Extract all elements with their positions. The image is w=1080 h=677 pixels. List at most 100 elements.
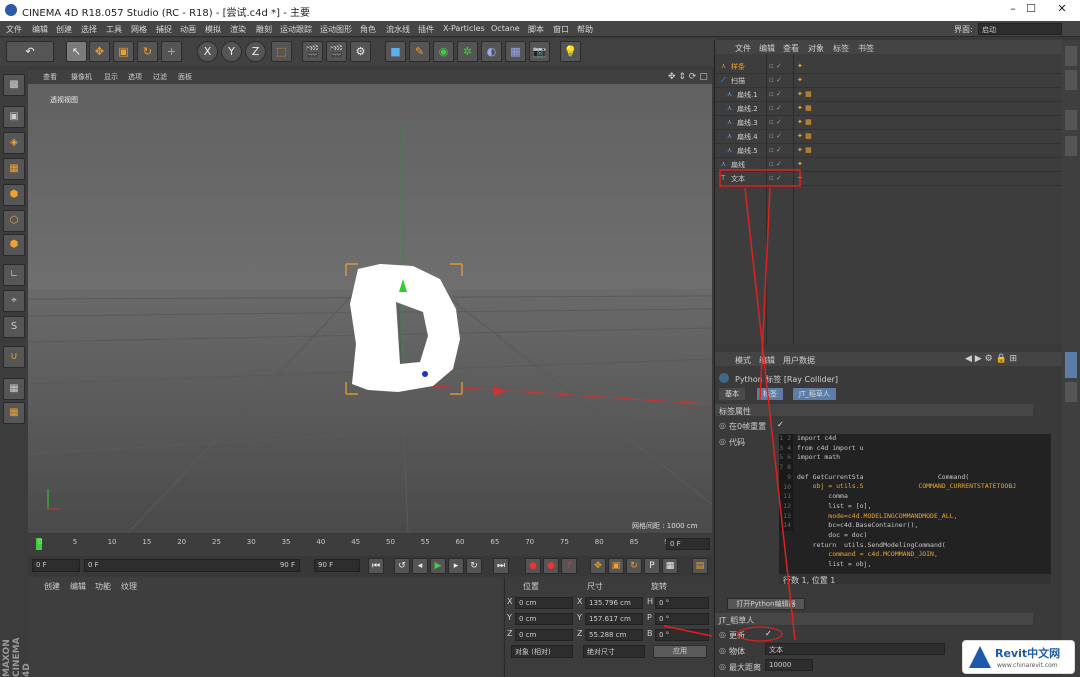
coord-rotation-field[interactable]: 0 ° [655,597,709,609]
layout-select[interactable]: 启动 [978,23,1062,35]
attributes-side-tab[interactable] [1065,352,1077,378]
points-mode-icon[interactable]: ⬢ [3,184,25,206]
menu-help[interactable]: 帮助 [577,24,593,35]
planar-workplane-icon[interactable]: ▦ [3,402,25,424]
deformer-icon[interactable]: ◐ [481,41,502,62]
perspective-viewport[interactable]: 透视视图 网格间距 : 1000 cm [28,84,712,533]
recent-tool-icon[interactable]: + [161,41,182,62]
object-row[interactable]: ⋏ 扁线.5 ▫ ✓ ✦ ▦ [715,144,1063,158]
object-row[interactable]: ⋏ 扁线.2 ▫ ✓ ✦ ▦ [715,102,1063,116]
object-row[interactable]: ⋏ 扁线.3 ▫ ✓ ✦ ▦ [715,116,1063,130]
menu-file[interactable]: 文件 [6,24,22,35]
maximize-button[interactable]: ☐ [1021,2,1041,18]
visibility-toggle[interactable]: ▫ ✓ [769,104,782,112]
menu-motion-tracking[interactable]: 运动跟踪 [280,24,312,35]
cube-icon[interactable]: ■ [385,41,406,62]
coord-size-field[interactable]: 157.617 cm [585,613,643,625]
object-tags[interactable]: ✦ ▦ [797,146,812,154]
om-menu-tag[interactable]: 标签 [833,43,849,54]
object-row[interactable]: ⋏ 样条 ▫ ✓ ✦ [715,60,1063,74]
menu-character[interactable]: 角色 [360,24,376,35]
key-pla-icon[interactable]: ▦ [662,558,678,574]
coord-position-field[interactable]: 0 cm [515,629,573,641]
edges-mode-icon[interactable]: ⬡ [3,210,25,232]
start-frame-field[interactable]: 0 F [32,559,80,572]
visibility-toggle[interactable]: ▫ ✓ [769,146,782,154]
key-scale-icon[interactable]: ▣ [608,558,624,574]
visibility-toggle[interactable]: ▫ ✓ [769,76,782,84]
key-rotation-icon[interactable]: ↻ [626,558,642,574]
end-frame-field[interactable]: 90 F [314,559,360,572]
tab-jt-scarecrow[interactable]: JT_稻草人 [793,388,836,400]
vp-menu-display[interactable]: 显示 [104,72,118,82]
max-distance-field[interactable]: 10000 [765,659,813,671]
layers-side-tab[interactable] [1065,136,1077,156]
x-axis-icon[interactable]: X [197,41,218,62]
object-row[interactable]: ⋏ 扁线 ▫ ✓ ✦ [715,158,1063,172]
om-menu-bookmark[interactable]: 书签 [858,43,874,54]
max-distance-radio-icon[interactable]: ◎ [719,662,726,671]
menu-edit[interactable]: 编辑 [32,24,48,35]
objects-side-tab[interactable] [1065,46,1077,66]
record-icon[interactable]: ● [525,558,541,574]
reset-radio-icon[interactable]: ◎ [719,421,726,430]
vp-menu-options[interactable]: 选项 [128,72,142,82]
camera-icon[interactable]: 📷 [529,41,550,62]
light-icon[interactable]: 💡 [560,41,581,62]
menu-mograph[interactable]: 运动图形 [320,24,352,35]
object-row[interactable]: ⋏ 扁线.4 ▫ ✓ ✦ ▦ [715,130,1063,144]
refresh-radio-icon[interactable]: ◎ [719,630,726,639]
key-position-icon[interactable]: ✥ [590,558,606,574]
object-tags[interactable]: ✦ ▦ [797,132,812,140]
reset-checkbox[interactable]: ✓ [777,420,784,429]
go-end-icon[interactable]: ⏭ [493,558,509,574]
current-frame-field[interactable]: 0 F [666,538,710,550]
structure-side-tab[interactable] [1065,110,1077,130]
coord-rotation-field[interactable]: 0 ° [655,629,709,641]
open-python-editor-button[interactable]: 打开Python编辑器 [727,598,805,610]
polygons-mode-icon[interactable]: ⬢ [3,234,25,256]
range-slider[interactable]: 0 F 90 F [84,559,300,572]
om-menu-file[interactable]: 文件 [735,43,751,54]
object-tags[interactable]: ✦ [797,62,803,70]
autokey-icon[interactable]: ● [543,558,559,574]
prev-frame-icon[interactable]: ◂ [412,558,428,574]
cloner-icon[interactable]: ✲ [457,41,478,62]
timeline-window-icon[interactable]: ▤ [692,558,708,574]
object-radio-icon[interactable]: ◎ [719,646,726,655]
coordinate-system-icon[interactable]: ⬚ [271,41,292,62]
visibility-toggle[interactable]: ▫ ✓ [769,62,782,70]
move-icon[interactable]: ✥ [89,41,110,62]
undo-icon[interactable]: ↶ [6,41,54,62]
object-tags[interactable]: ✦ [797,76,803,84]
menu-mesh[interactable]: 网格 [131,24,147,35]
menu-pipeline[interactable]: 流水线 [386,24,410,35]
workplane-icon[interactable]: ▦ [3,158,25,180]
tab-tag[interactable]: 标签 [757,388,783,400]
next-key-icon[interactable]: ↻ [466,558,482,574]
mat-menu-function[interactable]: 功能 [95,581,111,592]
am-nav-icons[interactable]: ◀ ▶ ⚙ 🔒 ⊞ [965,354,1017,364]
subdivision-icon[interactable]: ◉ [433,41,454,62]
play-icon[interactable]: ▶ [430,558,446,574]
prev-key-icon[interactable]: ↺ [394,558,410,574]
tweak-mode-icon[interactable]: ⌖ [3,290,25,312]
coord-rotation-field[interactable]: 0 ° [655,613,709,625]
am-menu-userdata[interactable]: 用户数据 [783,355,815,366]
render-settings-icon[interactable]: ⚙ [350,41,371,62]
close-button[interactable]: ✕ [1052,2,1072,18]
object-row[interactable]: ⟋ 扫描 ▫ ✓ ✦ [715,74,1063,88]
axis-mode-icon[interactable]: ∟ [3,264,25,286]
minimize-button[interactable]: – [1003,2,1023,18]
mat-menu-texture[interactable]: 纹理 [121,581,137,592]
menu-x-particles[interactable]: X-Particles [443,24,485,33]
python-code-editor[interactable]: 1 2 3 4 5 6 7 8 9 10 11 12 13 14 import … [779,434,1051,580]
model-mode-icon[interactable]: ▣ [3,106,25,128]
refresh-checkbox[interactable]: ✓ [765,629,772,638]
coord-position-field[interactable]: 0 cm [515,597,573,609]
visibility-toggle[interactable]: ▫ ✓ [769,90,782,98]
vp-menu-view[interactable]: 查看 [43,72,57,82]
render-view-icon[interactable]: 🎬 [302,41,323,62]
object-tags[interactable]: ✦ [797,174,803,182]
object-tags[interactable]: ✦ ▦ [797,104,812,112]
